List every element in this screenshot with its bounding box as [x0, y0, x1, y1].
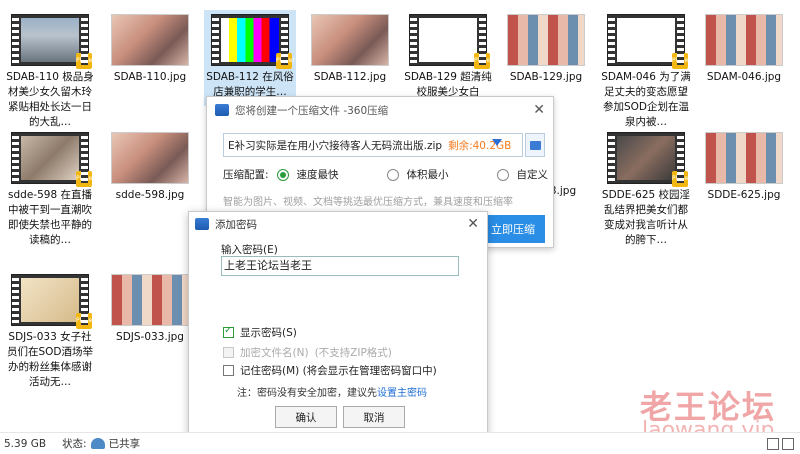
image-thumbnail: [705, 132, 783, 184]
file-name: SDAM-046.jpg: [706, 71, 782, 83]
file-video-selected[interactable]: Player SDAB-112 在风俗店兼职的学生…: [204, 10, 296, 106]
option-smallest: 体积最小: [406, 169, 449, 181]
encrypt-filenames-note: (不支持ZIP格式): [314, 347, 392, 359]
encrypt-filenames-label: 加密文件名(N): [240, 347, 309, 359]
option-fastest: 速度最快: [296, 169, 339, 181]
radio-custom[interactable]: [496, 168, 509, 181]
image-thumbnail: [705, 14, 783, 66]
file-name: SDAB-110.jpg: [113, 71, 187, 83]
video-thumbnail: Player: [607, 132, 691, 187]
image-thumbnail: [507, 14, 585, 66]
archive-path: E补习实际是在用小穴接待客人无码流出版.zip: [228, 139, 443, 152]
remember-password-label: 记住密码(M) (将会显示在管理密码窗口中): [240, 365, 437, 377]
image-thumbnail: [111, 14, 189, 66]
file-name: SDAB-112.jpg: [313, 71, 387, 83]
show-password-checkbox[interactable]: 显示密码(S): [223, 325, 297, 340]
remember-password-checkbox[interactable]: 记住密码(M) (将会显示在管理密码窗口中): [223, 363, 437, 378]
archive-path-field[interactable]: E补习实际是在用小穴接待客人无码流出版.zip 剩余:40.2GB: [223, 133, 523, 157]
checkbox-unchecked[interactable]: [223, 365, 234, 376]
shared-users-icon: [90, 438, 105, 449]
file-name: SDJS-033.jpg: [116, 331, 184, 343]
file-image[interactable]: SDAB-110.jpg: [104, 14, 196, 85]
compress-config: 压缩配置: 速度最快 体积最小 自定义: [223, 167, 548, 182]
video-thumbnail: Player: [11, 132, 95, 187]
player-badge-icon: Player: [276, 53, 295, 69]
checkbox-disabled[interactable]: [223, 347, 234, 358]
close-icon[interactable]: ✕: [533, 102, 545, 118]
config-label: 压缩配置:: [223, 169, 269, 181]
compress-dialog-title: 您将创建一个压缩文件 -360压缩: [235, 104, 389, 117]
video-thumbnail: Player: [211, 14, 295, 69]
file-image[interactable]: sdde-598.jpg: [104, 132, 196, 203]
archive-icon: [195, 218, 209, 230]
file-name: SDDE-625.jpg: [707, 189, 781, 201]
set-master-password-link[interactable]: 设置主密码: [377, 388, 427, 399]
view-toggle: [767, 438, 794, 450]
image-thumbnail: [311, 14, 389, 66]
video-thumbnail: Player: [11, 14, 95, 69]
large-icons-view-icon[interactable]: [782, 438, 794, 450]
file-video[interactable]: Player sdde-598 在直播中被干到一直潮吹即使失禁也平静的读稿的…: [4, 132, 96, 248]
player-badge-icon: Player: [672, 53, 691, 69]
password-dialog-title: 添加密码: [215, 218, 257, 231]
file-name: SDJS-033 女子社员们在SOD酒场举办的粉丝集体感谢活动无…: [6, 331, 93, 388]
option-custom: 自定义: [516, 169, 549, 181]
file-name: sdde-598.jpg: [115, 189, 185, 201]
player-badge-icon: Player: [76, 313, 95, 329]
file-video[interactable]: Player SDAB-129 超清纯校服美少女白: [402, 14, 494, 100]
player-badge-icon: Player: [76, 171, 95, 187]
radio-fastest[interactable]: [276, 168, 289, 181]
password-dialog-titlebar: 添加密码: [189, 212, 487, 236]
chevron-down-icon[interactable]: [492, 139, 502, 146]
file-name: SDAB-129.jpg: [509, 71, 583, 83]
video-thumbnail: Player: [409, 14, 493, 69]
share-status: 状态: 已共享: [62, 436, 140, 451]
video-thumbnail: Player: [607, 14, 691, 69]
file-image[interactable]: SDJS-033.jpg: [104, 274, 196, 345]
encrypt-filenames-checkbox[interactable]: 加密文件名(N) (不支持ZIP格式): [223, 345, 392, 360]
checkbox-checked[interactable]: [223, 325, 234, 338]
player-badge-icon: Player: [474, 53, 493, 69]
details-view-icon[interactable]: [767, 438, 779, 450]
file-video[interactable]: Player SDJS-033 女子社员们在SOD酒场举办的粉丝集体感谢活动无…: [4, 274, 96, 390]
add-password-dialog: 添加密码 ✕ 输入密码(E) 上老王论坛当老王 显示密码(S) 加密文件名(N)…: [188, 211, 488, 437]
archive-icon: [215, 104, 229, 116]
password-label: 输入密码(E): [221, 244, 278, 256]
compress-now-button[interactable]: 立即压缩: [481, 215, 545, 243]
file-video[interactable]: Player SDAB-110 极品身材美少女久留木玲紧贴相处长达一日的大乱…: [4, 14, 96, 130]
cancel-button[interactable]: 取消: [343, 406, 405, 428]
state-value: 已共享: [108, 438, 141, 450]
player-badge-icon: Player: [672, 171, 691, 187]
selection-size: 5.39 GB: [4, 437, 47, 450]
radio-smallest[interactable]: [386, 168, 399, 181]
file-video[interactable]: Player SDAM-046 为了满足丈夫的变态愿望参加SOD企划在温泉内被…: [600, 14, 692, 130]
file-name: SDDE-625 校园淫乱结界把美女们都变成对我言听计从的胯下…: [601, 189, 691, 246]
password-input[interactable]: 上老王论坛当老王: [221, 256, 459, 276]
compress-dialog-titlebar: 您将创建一个压缩文件 -360压缩: [207, 97, 553, 123]
file-name: SDAM-046 为了满足丈夫的变态愿望参加SOD企划在温泉内被…: [601, 71, 691, 128]
state-label: 状态:: [62, 438, 87, 450]
video-thumbnail: Player: [11, 274, 95, 329]
note-text: 注：密码没有安全加密，建议先: [237, 388, 377, 399]
security-note: 注：密码没有安全加密，建议先设置主密码: [237, 384, 427, 399]
image-thumbnail: [111, 274, 189, 326]
confirm-button[interactable]: 确认: [275, 406, 337, 428]
file-image[interactable]: SDDE-625.jpg: [698, 132, 790, 203]
status-bar: 5.39 GB 状态: 已共享: [0, 432, 800, 454]
player-badge-icon: Player: [76, 53, 95, 69]
file-video[interactable]: Player SDDE-625 校园淫乱结界把美女们都变成对我言听计从的胯下…: [600, 132, 692, 248]
show-password-label: 显示密码(S): [240, 327, 297, 339]
file-image[interactable]: SDAB-112.jpg: [304, 14, 396, 85]
compress-hint: 智能为图片、视频、文档等挑选最优压缩方式，兼具速度和压缩率: [223, 197, 513, 208]
image-thumbnail: [111, 132, 189, 184]
browse-folder-button[interactable]: [525, 133, 545, 157]
file-name: SDAB-110 极品身材美少女久留木玲紧贴相处长达一日的大乱…: [6, 71, 94, 128]
file-name: sdde-598 在直播中被干到一直潮吹即使失禁也平静的读稿的…: [8, 189, 92, 246]
close-icon[interactable]: ✕: [467, 216, 479, 232]
file-image[interactable]: SDAB-129.jpg: [500, 14, 592, 85]
file-image[interactable]: SDAM-046.jpg: [698, 14, 790, 85]
